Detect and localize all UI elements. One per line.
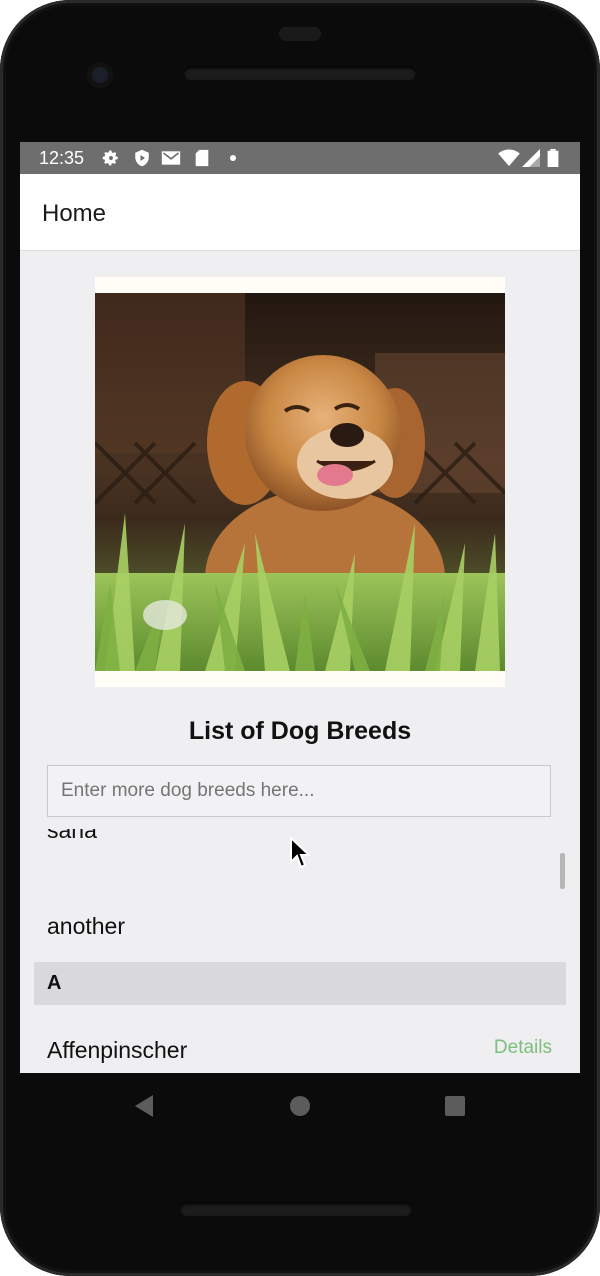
list-item[interactable]: Affenpinscher — [47, 1037, 187, 1064]
shield-icon — [133, 149, 151, 172]
section-header-label: A — [47, 972, 62, 994]
bottom-speaker — [180, 1202, 412, 1216]
dog-photo — [95, 293, 505, 671]
battery-icon — [547, 149, 559, 172]
list-item[interactable]: another — [47, 913, 125, 940]
system-nav-bar — [0, 1073, 600, 1143]
scrollbar[interactable] — [560, 853, 565, 889]
dog-image-frame — [95, 277, 505, 687]
status-bar: 12:35 — [20, 142, 580, 174]
recents-icon[interactable] — [444, 1095, 466, 1122]
home-icon[interactable] — [289, 1095, 311, 1122]
list-item[interactable]: sana — [47, 829, 97, 844]
wifi-icon — [498, 149, 520, 172]
section-header: A — [34, 962, 566, 1005]
mouse-cursor-icon — [289, 835, 312, 870]
app-bar: Home — [20, 174, 580, 251]
gmail-icon — [161, 149, 181, 172]
details-button[interactable]: Details — [494, 1037, 552, 1059]
phone-frame: 12:35 Home List of Dog Breeds Enter more… — [0, 0, 600, 1276]
screen: 12:35 Home List of Dog Breeds Enter more… — [20, 142, 580, 1073]
earpiece — [279, 27, 321, 41]
page-title: Home — [42, 200, 107, 227]
back-icon[interactable] — [133, 1094, 155, 1123]
dot-icon — [229, 149, 237, 172]
list-title: List of Dog Breeds — [188, 717, 412, 745]
status-time: 12:35 — [39, 148, 85, 168]
signal-icon — [522, 149, 540, 172]
top-speaker — [184, 66, 416, 80]
breed-input[interactable] — [47, 765, 551, 817]
front-camera — [87, 62, 113, 88]
gear-icon — [102, 149, 120, 172]
sdcard-icon — [194, 149, 210, 172]
